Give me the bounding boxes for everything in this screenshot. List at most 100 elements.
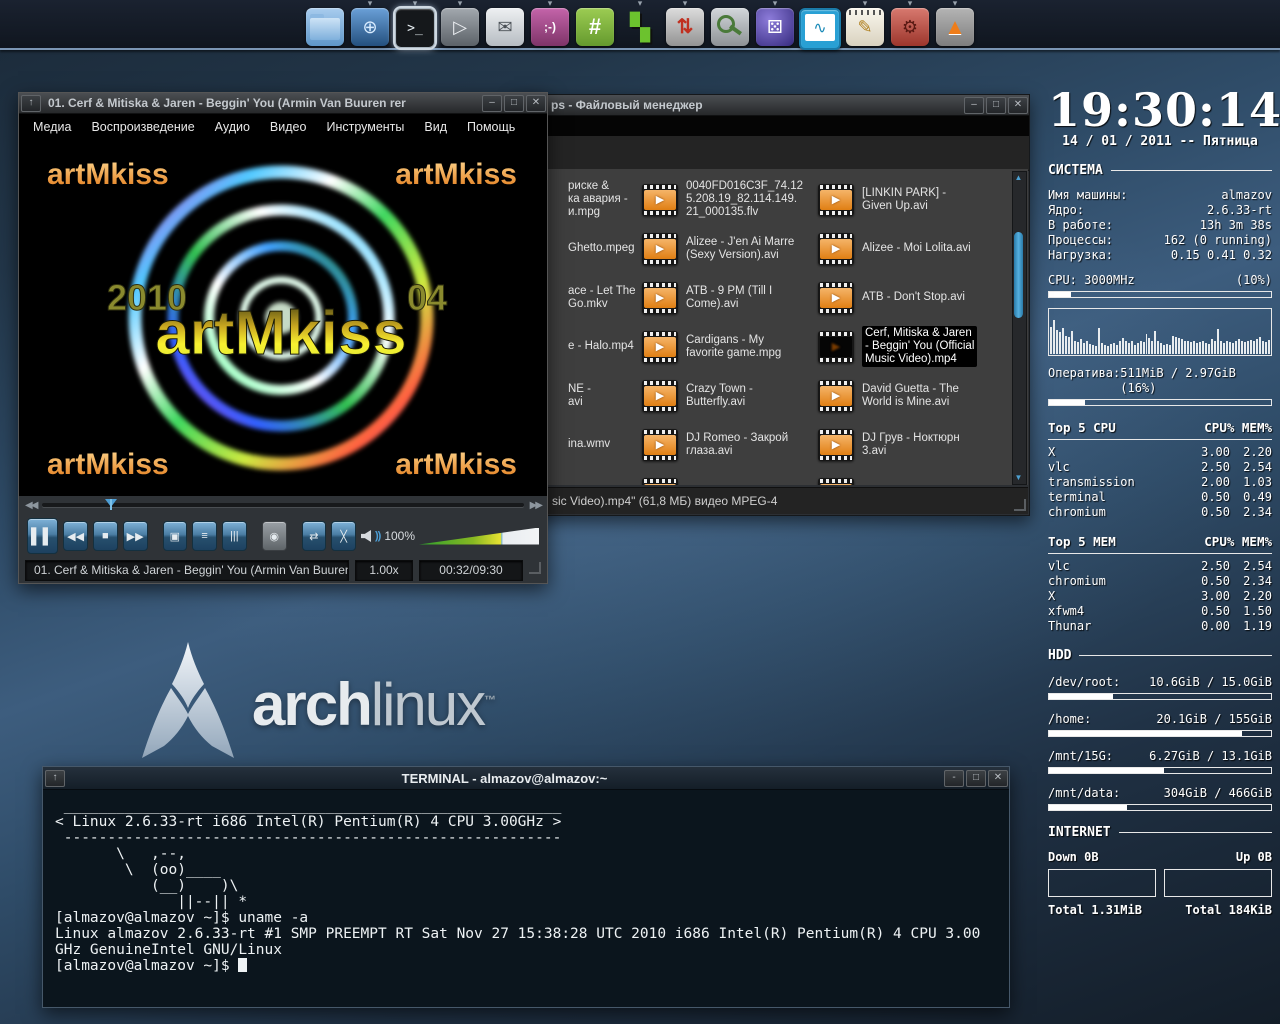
menu-медиа[interactable]: Медиа [23,120,81,134]
vlc-titlebar[interactable]: ↑ 01. Cerf & Mitiska & Jaren - Beggin' Y… [19,93,547,114]
file-item[interactable]: ▶ATB - Don't Stop.avi [818,273,1004,322]
scrollbar-thumb[interactable] [1014,232,1023,318]
red-utility-launcher[interactable]: ▾⚙ [890,0,930,46]
file-name-line: Cardigans - My [686,334,781,347]
seek-slider[interactable] [42,503,523,507]
seek-back-icon[interactable]: ◀◀ [25,500,36,511]
file-list[interactable]: риске &ка авария -и.mpgGhetto.mpegace - … [516,169,1028,485]
seek-thumb[interactable] [105,499,117,507]
file-manager-titlebar[interactable]: ps - Файловый менеджер – □ ✕ [515,95,1029,116]
previous-button[interactable]: ◀◀ [63,521,88,551]
next-button[interactable]: ▶▶ [123,521,148,551]
file-item[interactable]: ▶ [642,469,814,485]
volume-slider[interactable] [419,528,539,545]
hdd-header: HDD [1048,648,1071,663]
close-button[interactable]: ✕ [988,770,1008,787]
menu-воспроизведение[interactable]: Воспроизведение [81,120,204,134]
scroll-up-icon[interactable]: ▲ [1013,172,1024,184]
dice-globe-icon-glyph: ⚄ [767,18,783,36]
shuffle-button-icon: ╳ [340,530,347,543]
playback-rate[interactable]: 1.00x [355,560,413,581]
playlist-button-icon: ≡ [201,530,207,542]
file-item[interactable]: ▶ [818,469,1004,485]
mail-launcher[interactable]: ✉ [485,0,525,46]
system-row: Имя машины:almazov [1048,188,1272,203]
file-item[interactable]: ▶Alizee - Moi Lolita.avi [818,224,1004,273]
ram-label: Оператива: [1048,366,1120,396]
file-item[interactable]: ▶ATB - 9 PM (Till ICome).avi [642,273,814,322]
rollup-icon[interactable]: ↑ [45,770,65,787]
menu-видео[interactable]: Видео [260,120,317,134]
terminal-launcher[interactable]: ▾>_ [395,0,435,48]
resize-grip[interactable] [1014,499,1026,511]
updown-arrows-launcher[interactable]: ▾⇅ [665,0,705,46]
fullscreen-button[interactable]: ▣ [163,521,188,551]
file-name-line: Butterfly.avi [686,396,753,409]
file-item[interactable]: ▶Cerf, Mitiska & Jaren- Beggin' You (Off… [818,322,1004,371]
menu-помощь[interactable]: Помощь [457,120,525,134]
monitor-waveform-launcher[interactable]: ∿ [800,0,840,50]
menu-аудио[interactable]: Аудио [205,120,260,134]
menu-инструменты[interactable]: Инструменты [316,120,414,134]
file-item[interactable]: ▶DJ Грув - Ноктюрн3.avi [818,420,1004,469]
process-mem: 2.54 [1230,559,1272,574]
file-item[interactable]: ▶[LINKIN PARK] -Given Up.avi [818,175,1004,224]
maximize-button[interactable]: □ [986,97,1006,114]
time-display[interactable]: 00:32/09:30 [419,560,523,581]
rollup-icon[interactable]: ↑ [21,95,41,112]
minimize-button[interactable]: - [944,770,964,787]
minimize-button[interactable]: – [964,97,984,114]
chat-smiley-launcher[interactable]: ▾;-) [530,0,570,46]
maximize-button[interactable]: □ [504,95,524,112]
minimize-button[interactable]: – [482,95,502,112]
video-file-icon: ▶ [642,478,678,486]
close-button[interactable]: ✕ [1008,97,1028,114]
file-item[interactable]: ▶DJ Romeo - Закройглаза.avi [642,420,814,469]
process-row: X3.002.20 [1048,445,1272,460]
shuffle-button[interactable]: ╳ [331,521,356,551]
dice-globe-launcher[interactable]: ▾⚄ [755,0,795,46]
scrollbar[interactable]: ▲ ▼ [1012,171,1027,485]
video-file-icon: ▶ [818,282,854,314]
vlc-cone-launcher[interactable]: ▾▲ [935,0,975,46]
process-cpu: 3.00 [1188,589,1230,604]
arch-logo-icon [138,640,238,768]
process-cpu: 3.00 [1188,445,1230,460]
graph-bar [1211,339,1213,354]
volume-control[interactable]: ))100% [361,528,539,545]
menu-вид[interactable]: Вид [414,120,457,134]
graph-bar [1160,343,1162,354]
play-arrow-launcher[interactable]: ▾▷ [440,0,480,46]
green-blocks-launcher[interactable]: ▾▚ [620,0,660,46]
mount-value: 20.1GiB / 155GiB [1156,712,1272,727]
equalizer-button[interactable]: ||| [222,521,247,551]
file-item[interactable]: ▶0040FD016C3F_74.125.208.19_82.114.149.2… [642,175,814,224]
video-area[interactable]: artMkiss artMkiss artMkiss artMkiss 2010… [19,140,547,496]
pause-button[interactable]: ▌▌ [27,518,58,554]
file-item[interactable]: ▶Alizee - J'en Ai Marre(Sexy Version).av… [642,224,814,273]
file-item[interactable]: ▶Crazy Town -Butterfly.avi [642,371,814,420]
terminal-titlebar[interactable]: ↑ TERMINAL - almazov@almazov:~ - □ ✕ [43,767,1009,790]
file-item[interactable]: ▶David Guetta - TheWorld is Mine.avi [818,371,1004,420]
irc-hash-launcher[interactable]: # [575,0,615,46]
resize-grip[interactable] [529,562,541,574]
seek-forward-icon[interactable]: ▶▶ [530,500,541,511]
running-indicator: ▾ [863,0,868,8]
play-icon: ▶ [644,337,676,357]
hdd-row: /home:20.1GiB / 155GiB [1048,712,1272,727]
play-arrow-icon: ▷ [441,8,479,46]
loop-button[interactable]: ⇄ [302,521,327,551]
globe-launcher[interactable]: ▾⊕ [350,0,390,46]
file-item[interactable]: ▶Cardigans - Myfavorite game.mpg [642,322,814,371]
folder-launcher[interactable] [305,0,345,46]
snapshot-button[interactable]: ◉ [262,521,287,551]
graph-bar [1220,341,1222,354]
maximize-button[interactable]: □ [966,770,986,787]
terminal-output[interactable]: ________________________________________… [43,790,1009,982]
stop-button[interactable]: ■ [93,521,118,551]
key-launcher[interactable] [710,0,750,46]
close-button[interactable]: ✕ [526,95,546,112]
scroll-down-icon[interactable]: ▼ [1013,472,1024,484]
playlist-button[interactable]: ≡ [192,521,217,551]
notepad-pencil-launcher[interactable]: ▾✎ [845,0,885,46]
